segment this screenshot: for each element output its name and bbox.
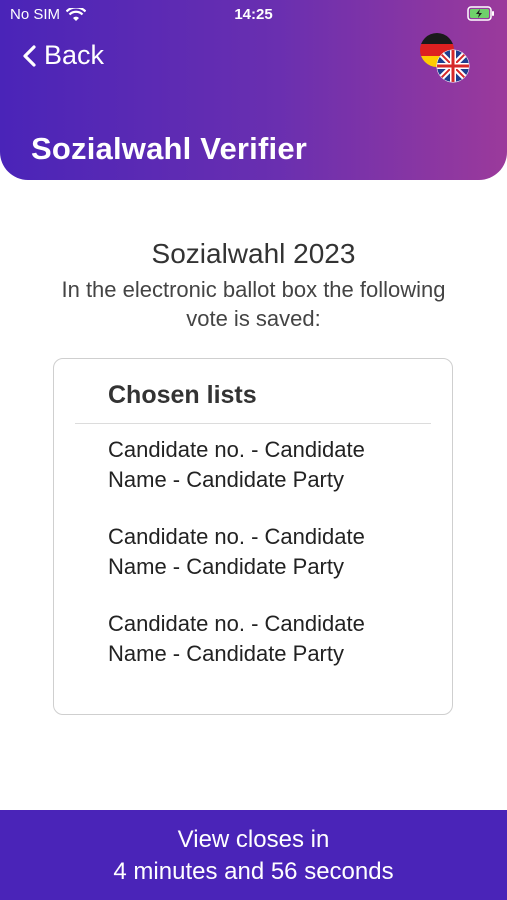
election-description: In the electronic ballot box the followi… [61, 277, 446, 331]
status-time: 14:25 [234, 6, 273, 23]
app-title: Sozialwahl Verifier [31, 131, 308, 166]
list-item: Candidate no. - Candidate Name - Candida… [108, 611, 365, 666]
countdown-footer: View closes in 4 minutes and 56 seconds [0, 810, 507, 900]
chevron-left-icon [22, 44, 36, 68]
language-switch-button[interactable] [419, 32, 471, 84]
battery-charging-icon [467, 6, 495, 21]
footer-label: View closes in [177, 826, 330, 853]
header: No SIM 14:25 Back Sozialwahl Verifier [0, 0, 507, 180]
status-bar: No SIM 14:25 [0, 0, 507, 30]
election-title: Sozialwahl 2023 [151, 238, 356, 269]
candidate-list: Candidate no. - Candidate Name - Candida… [108, 435, 418, 696]
list-item: Candidate no. - Candidate Name - Candida… [108, 524, 365, 579]
list-item: Candidate no. - Candidate Name - Candida… [108, 437, 365, 492]
countdown-value: 4 minutes and 56 seconds [113, 858, 394, 885]
language-flag-de-uk-icon [420, 33, 470, 83]
back-label: Back [44, 40, 105, 70]
card-divider [75, 423, 431, 424]
back-button[interactable]: Back [22, 40, 104, 71]
card-heading: Chosen lists [108, 381, 257, 409]
chosen-lists-card: Chosen lists Candidate no. - Candidate N… [53, 358, 453, 715]
